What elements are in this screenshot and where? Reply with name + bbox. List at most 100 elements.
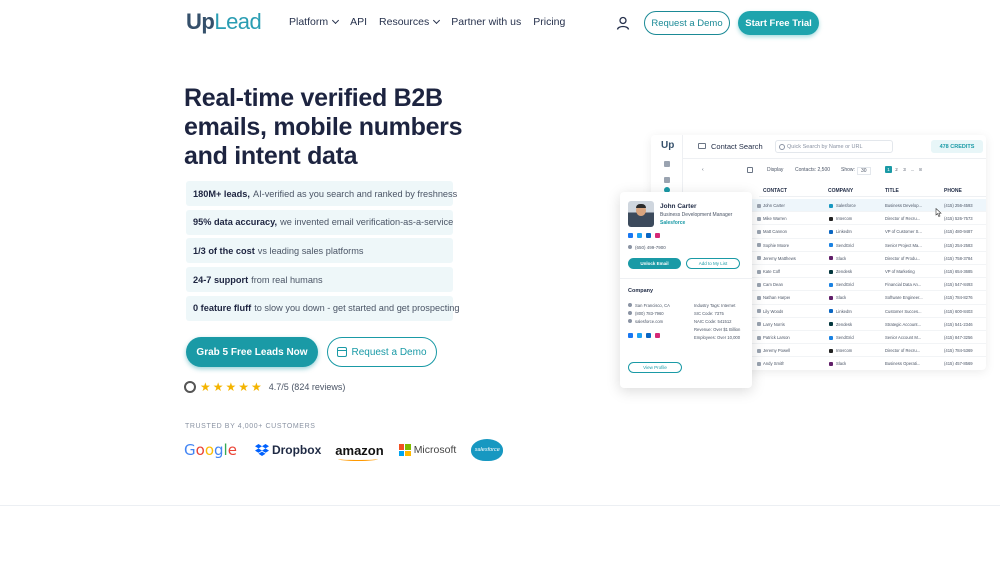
globe-icon xyxy=(628,319,632,323)
table-row[interactable]: Matt Cannon LinkedIn VP of Customer S... (4… xyxy=(751,225,986,239)
page-3[interactable]: 3 xyxy=(901,166,908,173)
nav-item-partner[interactable]: Partner with us xyxy=(451,16,521,28)
column-phone[interactable]: PHONE xyxy=(944,188,962,194)
view-profile-button[interactable]: View Profile xyxy=(628,362,682,373)
company-cell: Slack xyxy=(836,361,847,367)
feature-item: 0 feature fluff to slow you down - get st… xyxy=(186,295,460,321)
rating-text: 4.7/5 (824 reviews) xyxy=(268,382,346,392)
microsoft-logo: Microsoft xyxy=(398,444,456,456)
title-cell: Senior Account M... xyxy=(885,335,922,340)
contact-cell: Sophie Moore xyxy=(763,242,790,248)
title-cell: Director of Produ... xyxy=(885,255,921,261)
title-cell: Senior Project Ma... xyxy=(885,242,922,248)
twitter-icon[interactable] xyxy=(637,233,642,238)
display-label[interactable]: Display xyxy=(767,167,783,173)
contact-title: Business Development Manager xyxy=(660,212,733,218)
feature-item: 95% data accuracy, we invented email veri… xyxy=(186,209,453,235)
contact-cell: John Carter xyxy=(763,203,785,208)
chevron-down-icon xyxy=(433,16,441,25)
table-row[interactable]: Cam Dean SendGrid Financial Data An... (415… xyxy=(751,278,986,292)
calendar-icon xyxy=(337,347,348,357)
add-to-list-button[interactable]: Add to My List xyxy=(686,258,740,269)
table-row[interactable]: Lily Woods LinkedIn Customer Succes... (415… xyxy=(751,305,986,318)
title-cell: Strategic Account... xyxy=(885,321,922,327)
twitter-icon[interactable] xyxy=(637,333,642,338)
section-divider xyxy=(0,505,1000,506)
table-row[interactable]: Jeremy Powell Intercom Director of Recru..… xyxy=(751,344,986,358)
trusted-label: TRUSTED BY 4,000+ CUSTOMERS xyxy=(185,423,316,430)
uplead-logo[interactable]: UpLead xyxy=(186,9,262,35)
contacts-count: Contacts: 2,500 xyxy=(795,167,831,173)
chevron-left-icon[interactable]: ‹ xyxy=(702,167,704,173)
page-2[interactable]: 2 xyxy=(893,166,900,173)
phone-cell: (415) 254-2583 xyxy=(944,242,973,248)
person-icon xyxy=(757,322,761,327)
column-contact[interactable]: CONTACT xyxy=(763,188,787,194)
phone-cell: (415) 758-3784 xyxy=(944,255,973,261)
table-row[interactable]: Nathan Harper Slack Software Engineer... (4… xyxy=(751,291,986,305)
company-cell: LinkedIn xyxy=(836,308,852,314)
show-select[interactable]: 30 xyxy=(857,167,871,175)
social-links xyxy=(628,233,660,238)
feature-item: 24-7 support from real humans xyxy=(186,267,453,293)
table-row[interactable]: Jeremy Matthews Slack Director of Produ...… xyxy=(751,252,986,265)
contact-cell: Jeremy Powell xyxy=(763,348,791,354)
phone-cell: (415) 547-8493 xyxy=(944,282,973,288)
request-demo-button[interactable]: Request a Demo xyxy=(644,11,730,35)
table-row[interactable]: Larry Norris Zendesk Strategic Account... (… xyxy=(751,318,986,331)
company-logo-icon xyxy=(829,203,833,208)
contact-cell: Kate Coff xyxy=(763,269,781,274)
company-cell: SendGrid xyxy=(836,282,854,288)
title-cell: Business Develop... xyxy=(885,203,923,208)
quick-search-input[interactable]: Quick Search by Name or URL xyxy=(775,140,893,153)
page-1[interactable]: 1 xyxy=(885,166,892,173)
contact-cell: Lily Woods xyxy=(763,308,784,314)
table-row[interactable]: Mike Warren Intercom Director of Recru... (… xyxy=(751,212,986,226)
show-label: Show: xyxy=(841,167,855,173)
hero-title: Real-time verified B2B emails, mobile nu… xyxy=(184,84,463,170)
person-icon xyxy=(757,269,761,274)
app-title: Contact Search xyxy=(711,142,763,151)
phone-cell: (415) 457-8569 xyxy=(944,361,973,367)
linkedin-icon[interactable] xyxy=(646,333,651,338)
linkedin-icon[interactable] xyxy=(646,233,651,238)
facebook-icon[interactable] xyxy=(628,333,633,338)
instagram-icon[interactable] xyxy=(655,233,660,238)
user-icon[interactable] xyxy=(616,16,630,30)
company-website[interactable]: salesforce.com xyxy=(628,317,686,325)
company-logo-icon xyxy=(829,361,833,366)
start-free-trial-button[interactable]: Start Free Trial xyxy=(738,11,819,35)
title-cell: Customer Succes... xyxy=(885,308,922,314)
contact-cell: Nathan Harper xyxy=(763,295,791,301)
page-8[interactable]: 8 xyxy=(917,166,924,173)
table-row[interactable]: Patrick Larson SendGrid Senior Account M..… xyxy=(751,331,986,345)
table-header: CONTACT COMPANY TITLE PHONE xyxy=(759,187,986,197)
company-social-links xyxy=(628,333,660,338)
dropbox-icon xyxy=(254,444,269,456)
company-logo-icon xyxy=(829,335,833,340)
grab-free-leads-button[interactable]: Grab 5 Free Leads Now xyxy=(186,337,318,367)
table-row[interactable]: Andy Smith Slack Business Operati... (415) … xyxy=(751,357,986,370)
nav-item-resources[interactable]: Resources xyxy=(379,16,441,28)
request-demo-hero-button[interactable]: Request a Demo xyxy=(327,337,437,367)
company-location: San Francisco, CA xyxy=(628,301,686,309)
display-icon[interactable] xyxy=(747,167,753,173)
table-row[interactable]: John Carter Salesforce Business Develop...… xyxy=(751,199,986,213)
company-cell: LinkedIn xyxy=(836,229,852,235)
nav-item-api[interactable]: API xyxy=(350,16,367,28)
unlock-email-button[interactable]: Unlock Email xyxy=(628,258,681,269)
contact-company[interactable]: Salesforce xyxy=(660,220,685,226)
company-logo-icon xyxy=(829,216,833,221)
instagram-icon[interactable] xyxy=(655,333,660,338)
dropbox-logo: Dropbox xyxy=(254,443,321,457)
table-row[interactable]: Kate Coff Zendesk VP of Marketing (415) 654… xyxy=(751,265,986,279)
table-row[interactable]: Sophie Moore SendGrid Senior Project Ma...… xyxy=(751,239,986,252)
company-cell: Intercom xyxy=(836,348,853,354)
nav-item-pricing[interactable]: Pricing xyxy=(533,16,565,28)
facebook-icon[interactable] xyxy=(628,233,633,238)
column-company[interactable]: COMPANY xyxy=(828,188,853,194)
person-icon xyxy=(757,203,761,208)
column-title[interactable]: TITLE xyxy=(885,188,899,194)
rating-stars: ★★★★★ xyxy=(200,380,264,394)
nav-item-platform[interactable]: Platform xyxy=(289,16,340,28)
